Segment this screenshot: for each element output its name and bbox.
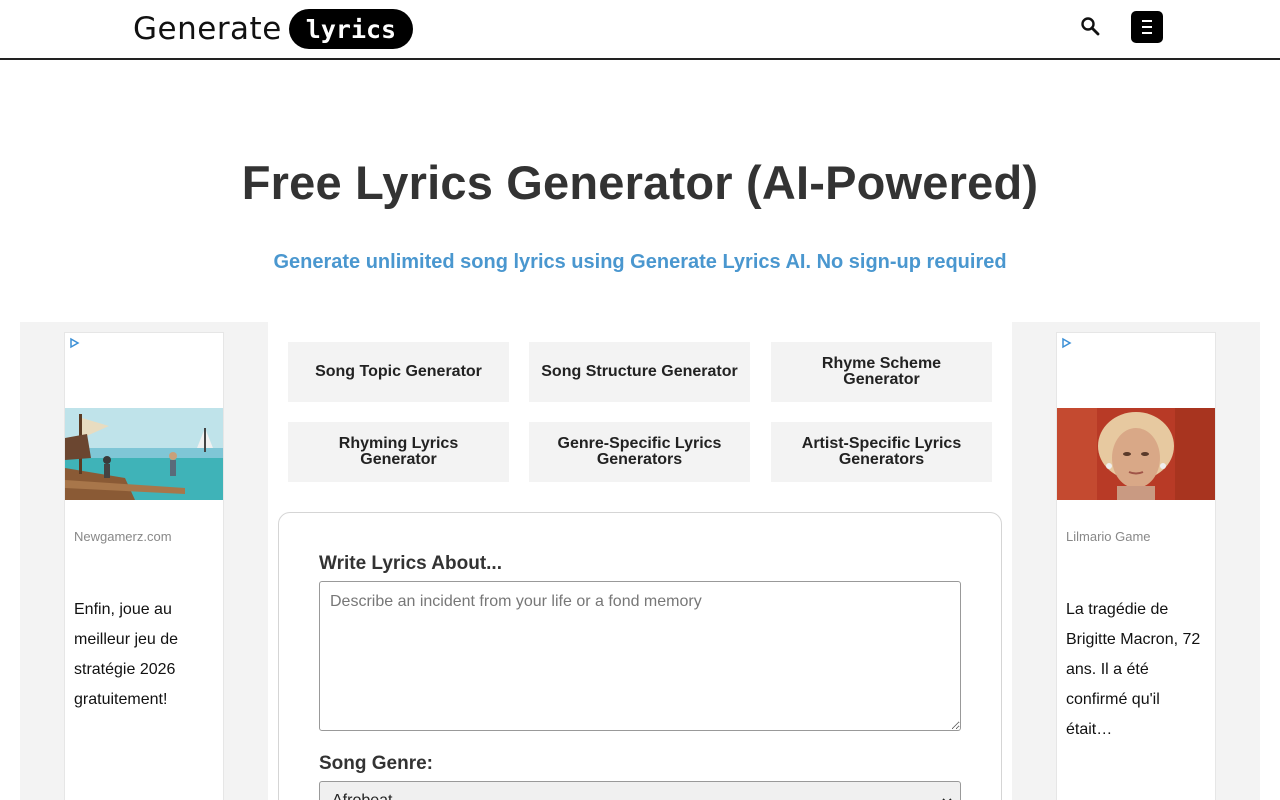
chevron-down-icon [942,798,952,800]
site-header: Generate lyrics [0,0,1280,60]
tool-song-topic-generator[interactable]: Song Topic Generator [288,342,509,402]
tool-song-structure-generator[interactable]: Song Structure Generator [529,342,750,402]
ad-image-portrait[interactable] [1057,408,1215,500]
topic-textarea[interactable] [319,581,961,731]
left-ad-column: Newgamerz.com Enfin, joue au meilleur je… [20,322,268,800]
ad-image-pirate-ship[interactable] [65,408,223,500]
genre-select-value: Afrobeat [332,792,392,800]
hamburger-menu-icon[interactable] [1131,11,1163,43]
search-icon[interactable] [1078,14,1102,38]
right-ad-column: Lilmario Game La tragédie de Brigitte Ma… [1012,322,1260,800]
ad-card[interactable]: Lilmario Game La tragédie de Brigitte Ma… [1056,332,1216,800]
tool-genre-specific-lyrics-generators[interactable]: Genre-Specific Lyrics Generators [529,422,750,482]
ad-headline[interactable]: Enfin, joue au meilleur jeu de stratégie… [74,595,214,715]
genre-label: Song Genre: [319,753,434,774]
ad-source[interactable]: Lilmario Game [1066,529,1151,544]
page-title: Free Lyrics Generator (AI-Powered) [241,156,1039,209]
ad-headline[interactable]: La tragédie de Brigitte Macron, 72 ans. … [1066,595,1206,745]
ad-choices-icon[interactable] [68,336,80,349]
lyrics-form: Write Lyrics About... Song Genre: Afrobe… [278,512,1002,800]
topic-label: Write Lyrics About... [319,553,502,574]
logo-word: Generate [133,11,282,47]
site-logo[interactable]: Generate lyrics [133,9,414,49]
tool-rhyming-lyrics-generator[interactable]: Rhyming Lyrics Generator [288,422,509,482]
page-subtitle: Generate unlimited song lyrics using Gen… [273,251,1007,273]
tool-rhyme-scheme-generator[interactable]: Rhyme Scheme Generator [771,342,992,402]
ad-choices-icon[interactable] [1060,336,1072,349]
genre-select[interactable]: Afrobeat [319,781,961,800]
ad-card[interactable]: Newgamerz.com Enfin, joue au meilleur je… [64,332,224,800]
ad-source[interactable]: Newgamerz.com [74,529,172,544]
logo-pill: lyrics [288,9,414,49]
tool-artist-specific-lyrics-generators[interactable]: Artist-Specific Lyrics Generators [771,422,992,482]
